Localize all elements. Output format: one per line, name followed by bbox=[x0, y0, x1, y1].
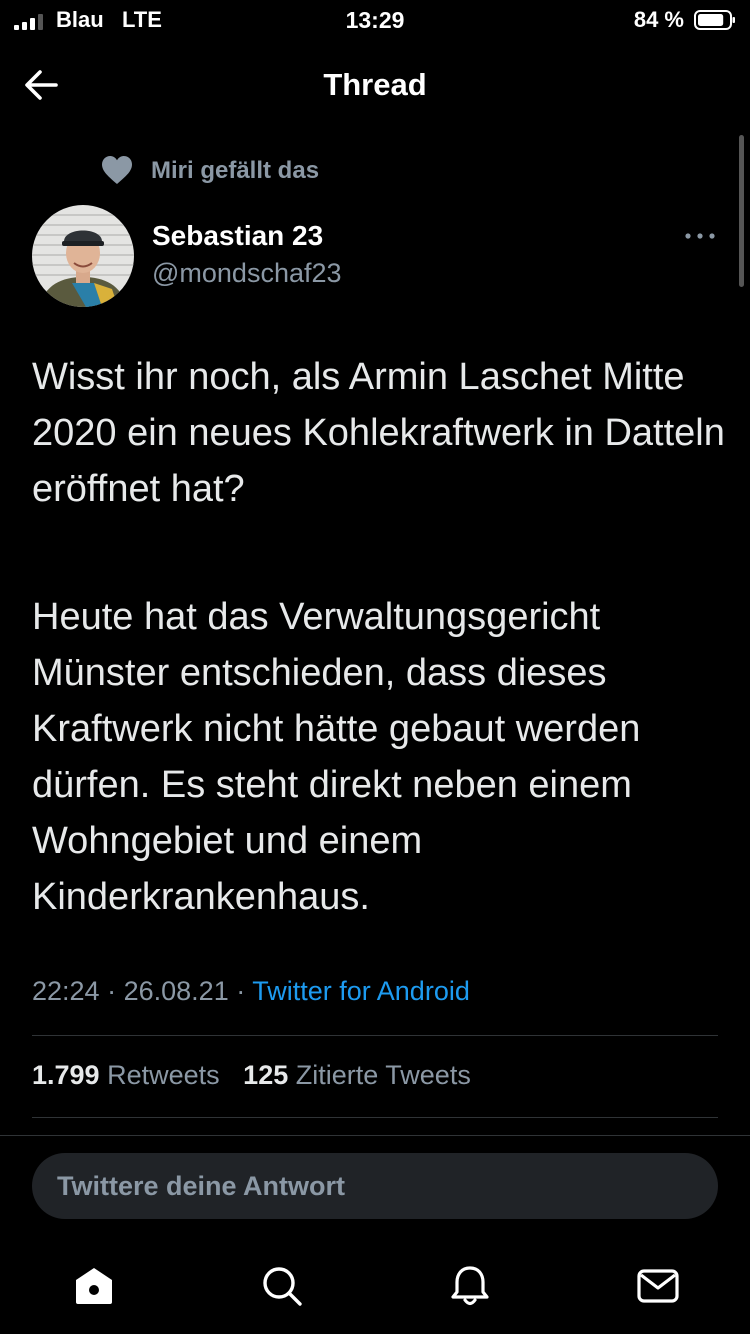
tweet-stats: 1.799 Retweets 125 Zitierte Tweets bbox=[32, 1060, 487, 1091]
divider bbox=[32, 1117, 718, 1118]
quote-tweets-label: Zitierte Tweets bbox=[295, 1060, 471, 1090]
home-icon bbox=[76, 1268, 112, 1304]
page-title: Thread bbox=[323, 67, 427, 102]
reply-placeholder: Twittere deine Antwort bbox=[57, 1171, 346, 1201]
divider bbox=[32, 1035, 718, 1036]
social-context-text: Miri gefällt das bbox=[151, 157, 320, 184]
tweet-source-link[interactable]: Twitter for Android bbox=[252, 976, 470, 1006]
tweet-meta: 22:24 · 26.08.21 · Twitter for Android bbox=[32, 976, 470, 1007]
more-options-button[interactable] bbox=[680, 222, 720, 250]
heart-icon bbox=[102, 156, 132, 184]
reply-bar-border bbox=[0, 1135, 750, 1136]
notifications-bell-icon bbox=[451, 1266, 489, 1306]
search-icon bbox=[263, 1267, 302, 1306]
tab-messages[interactable] bbox=[634, 1262, 682, 1310]
tweet-date: 26.08.21 bbox=[123, 976, 229, 1006]
messages-mail-icon bbox=[637, 1269, 679, 1303]
reply-input[interactable]: Twittere deine Antwort bbox=[32, 1153, 718, 1219]
tweet-text-paragraph-2: Heute hat das Verwaltungsgericht Münster… bbox=[32, 596, 641, 918]
quote-tweets-count: 125 bbox=[243, 1060, 289, 1090]
tab-search[interactable] bbox=[258, 1262, 306, 1310]
more-options-icon bbox=[685, 233, 715, 239]
tweet-text-paragraph-1: Wisst ihr noch, als Armin Laschet Mitte … bbox=[32, 356, 725, 510]
meta-separator: · bbox=[236, 976, 246, 1006]
retweets-label: Retweets bbox=[107, 1060, 220, 1090]
battery-icon bbox=[694, 10, 735, 30]
retweets-count: 1.799 bbox=[32, 1060, 100, 1090]
quote-tweets-stat[interactable]: 125 Zitierte Tweets bbox=[243, 1060, 471, 1090]
author-name[interactable]: Sebastian 23 bbox=[152, 220, 323, 252]
meta-separator: · bbox=[107, 976, 117, 1006]
top-navigation-bar: Thread bbox=[0, 50, 750, 120]
tab-home[interactable] bbox=[70, 1262, 118, 1310]
retweets-stat[interactable]: 1.799 Retweets bbox=[32, 1060, 220, 1090]
battery-percentage: 84 % bbox=[633, 7, 684, 32]
avatar[interactable] bbox=[32, 205, 134, 307]
scroll-indicator[interactable] bbox=[739, 135, 744, 287]
bottom-tab-bar bbox=[0, 1250, 750, 1334]
author-handle[interactable]: @mondschaf23 bbox=[152, 258, 342, 289]
tab-notifications[interactable] bbox=[446, 1262, 494, 1310]
status-bar: Blau LTE 13:29 84 % bbox=[0, 0, 750, 44]
avatar-image bbox=[32, 205, 134, 307]
tweet-time: 22:24 bbox=[32, 976, 100, 1006]
